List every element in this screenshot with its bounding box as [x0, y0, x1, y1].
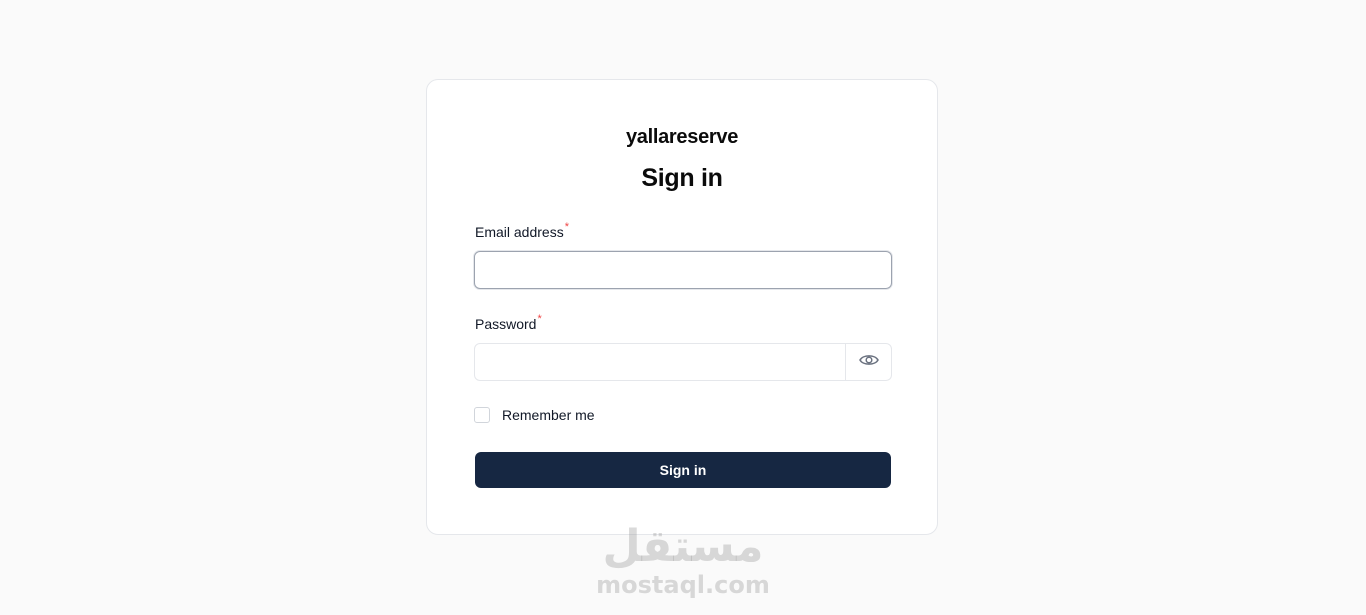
password-field-group: [474, 343, 892, 381]
sign-in-card: yallareserve Sign in Email address* Pass…: [426, 79, 938, 535]
brand-logo[interactable]: yallareserve: [427, 126, 937, 149]
remember-me-checkbox[interactable]: [474, 407, 490, 423]
show-password-button[interactable]: [845, 344, 891, 380]
password-label-text: Password: [475, 316, 537, 332]
password-field[interactable]: [475, 344, 845, 380]
required-mark: *: [537, 313, 542, 325]
page-title: Sign in: [641, 164, 723, 192]
watermark-latin: mostaql.com: [596, 571, 770, 599]
eye-icon: [858, 353, 879, 372]
watermark: مستقل mostaql.com: [583, 521, 783, 599]
page: yallareserve Sign in Email address* Pass…: [0, 0, 1366, 615]
sign-in-button[interactable]: Sign in: [475, 452, 891, 488]
email-label-text: Email address: [475, 224, 564, 240]
email-label: Email address*: [475, 221, 569, 240]
required-mark: *: [564, 221, 569, 233]
password-label: Password*: [475, 313, 542, 332]
remember-me-label[interactable]: Remember me: [502, 407, 595, 423]
remember-me-row: Remember me: [474, 407, 595, 423]
email-field[interactable]: [474, 251, 892, 289]
watermark-arabic: مستقل: [602, 521, 764, 572]
